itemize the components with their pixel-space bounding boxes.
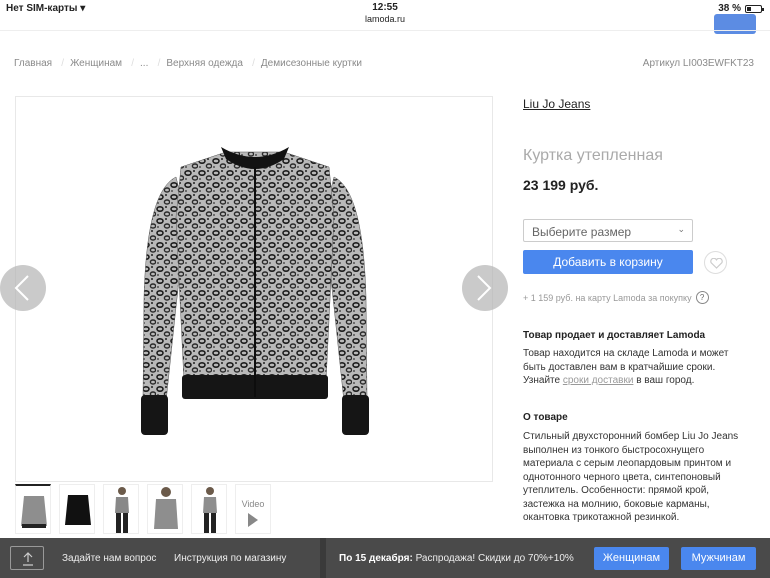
battery-status: 38 % bbox=[718, 3, 764, 14]
bonus-info: + 1 159 руб. на карту Lamoda за покупку … bbox=[523, 291, 709, 304]
question-icon[interactable]: ? bbox=[695, 291, 709, 304]
brand-link[interactable]: Liu Jo Jeans bbox=[523, 97, 590, 111]
bottom-bar: Задайте нам вопрос Инструкция по магазин… bbox=[0, 538, 770, 578]
women-button[interactable]: Женщинам bbox=[594, 547, 669, 570]
size-select-label: Выберите размер bbox=[532, 225, 632, 239]
breadcrumb-item[interactable]: Главная bbox=[14, 58, 70, 69]
breadcrumb-item[interactable]: Демисезонные куртки bbox=[261, 58, 380, 69]
video-label: Video bbox=[241, 499, 265, 509]
breadcrumb-item[interactable]: ... bbox=[140, 58, 166, 69]
shop-instructions-link[interactable]: Инструкция по магазину bbox=[174, 553, 286, 564]
size-select[interactable]: Выберите размер ⌄ bbox=[523, 219, 693, 242]
product-price: 23 199 руб. bbox=[523, 177, 599, 193]
bottom-bar-divider bbox=[320, 538, 326, 578]
thumbnail[interactable] bbox=[191, 484, 227, 534]
clock: 12:55 bbox=[372, 2, 398, 13]
promo-date: По 15 декабря: bbox=[339, 553, 413, 564]
scroll-top-button[interactable] bbox=[10, 546, 44, 570]
next-image-button[interactable] bbox=[462, 265, 508, 311]
thumbnail[interactable] bbox=[59, 484, 95, 534]
favorite-button[interactable] bbox=[704, 251, 727, 274]
breadcrumb-item[interactable]: Верхняя одежда bbox=[166, 58, 261, 69]
play-icon bbox=[248, 513, 258, 527]
delivery-title: Товар продает и доставляет Lamoda bbox=[523, 330, 706, 341]
product-title: Куртка утепленная bbox=[523, 147, 663, 164]
status-center: 12:55 lamoda.ru bbox=[0, 2, 770, 24]
thumbnail[interactable] bbox=[147, 484, 183, 534]
video-thumbnail[interactable]: Video bbox=[235, 484, 271, 534]
bonus-text: + 1 159 руб. на карту Lamoda за покупку bbox=[523, 292, 692, 303]
chevron-left-icon bbox=[14, 275, 29, 301]
add-to-cart-button[interactable]: Добавить в корзину bbox=[523, 250, 693, 274]
prev-image-button[interactable] bbox=[0, 265, 46, 311]
chevron-down-icon: ⌄ bbox=[677, 224, 685, 234]
promo-text: Распродажа! Скидки до 70%+10% bbox=[415, 553, 574, 564]
heart-icon bbox=[710, 258, 723, 269]
breadcrumb-item[interactable]: Женщинам bbox=[70, 58, 140, 69]
status-bar: Нет SIM-карты ▾ 12:55 lamoda.ru 38 % bbox=[0, 0, 770, 30]
about-title: О товаре bbox=[523, 412, 568, 423]
delivery-terms-link[interactable]: сроки доставки bbox=[563, 375, 634, 386]
header-button-partial[interactable] bbox=[714, 14, 756, 34]
breadcrumb: Главная Женщинам ... Верхняя одежда Деми… bbox=[14, 58, 380, 69]
upload-icon bbox=[23, 552, 33, 566]
ask-question-link[interactable]: Задайте нам вопрос bbox=[62, 553, 156, 564]
thumbnail[interactable] bbox=[103, 484, 139, 534]
url-bar[interactable]: lamoda.ru bbox=[0, 14, 770, 24]
chevron-right-icon bbox=[477, 275, 492, 301]
thumbnail-strip: Video bbox=[15, 484, 271, 534]
delivery-text: Товар находится на складе Lamoda и может… bbox=[523, 347, 745, 388]
men-button[interactable]: Мужчинам bbox=[681, 547, 756, 570]
product-image bbox=[141, 147, 369, 435]
thumbnail[interactable] bbox=[15, 484, 51, 534]
battery-text: 38 % bbox=[718, 3, 741, 14]
promo-banner: По 15 декабря: Распродажа! Скидки до 70%… bbox=[339, 553, 574, 564]
delivery-text-part: в ваш город. bbox=[633, 375, 695, 386]
article-number: Артикул LI003EWFKT23 bbox=[642, 58, 754, 69]
about-text: Стильный двухсторонний бомбер Liu Jo Jea… bbox=[523, 431, 739, 523]
header-divider bbox=[0, 30, 770, 31]
battery-icon bbox=[745, 4, 764, 13]
product-image-gallery[interactable] bbox=[15, 96, 493, 482]
